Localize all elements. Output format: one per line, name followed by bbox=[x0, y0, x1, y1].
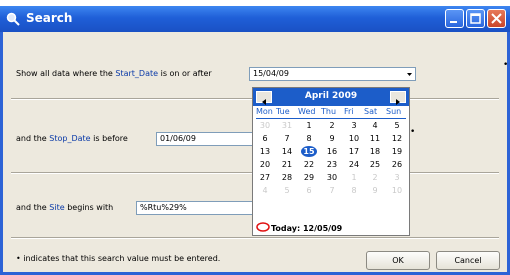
required-note: • indicates that this search value must … bbox=[16, 254, 220, 263]
calendar-day[interactable]: 13 bbox=[256, 146, 274, 157]
calendar-day[interactable]: 19 bbox=[388, 146, 406, 157]
close-button[interactable] bbox=[487, 9, 506, 28]
calendar-day[interactable]: 8 bbox=[300, 133, 318, 144]
stop-date-required-bullet: • bbox=[410, 127, 416, 137]
calendar-day[interactable]: 31 bbox=[278, 120, 296, 131]
calendar-day[interactable]: 17 bbox=[345, 146, 363, 157]
calendar-day[interactable]: 29 bbox=[300, 172, 318, 183]
calendar-day[interactable]: 10 bbox=[388, 185, 406, 196]
weekday-fri: Fri bbox=[344, 107, 354, 116]
today-link[interactable]: Today: 12/05/09 bbox=[271, 224, 342, 233]
calendar-header: April 2009 bbox=[253, 88, 409, 106]
stop-date-prefix: and the bbox=[16, 134, 47, 143]
cancel-button[interactable]: Cancel bbox=[436, 251, 500, 270]
calendar-day[interactable]: 24 bbox=[345, 159, 363, 170]
start-date-required-bullet: • bbox=[503, 60, 509, 70]
calendar-day[interactable]: 10 bbox=[345, 133, 363, 144]
site-condition: begins with bbox=[67, 203, 114, 212]
stop-date-field-name: Stop_Date bbox=[49, 134, 91, 143]
calendar-day[interactable]: 16 bbox=[323, 146, 341, 157]
stop-date-value: 01/06/09 bbox=[160, 134, 196, 143]
calendar-day[interactable]: 5 bbox=[388, 120, 406, 131]
calendar-month-label: April 2009 bbox=[304, 91, 358, 101]
ok-button[interactable]: OK bbox=[366, 251, 430, 270]
calendar-day[interactable]: 3 bbox=[345, 120, 363, 131]
title-bar: Search bbox=[0, 6, 510, 32]
calendar-day[interactable]: 26 bbox=[388, 159, 406, 170]
calendar-day[interactable]: 7 bbox=[278, 133, 296, 144]
calendar-day[interactable]: 8 bbox=[345, 185, 363, 196]
calendar-day[interactable]: 22 bbox=[300, 159, 318, 170]
calendar-day[interactable]: 12 bbox=[388, 133, 406, 144]
calendar-day[interactable]: 7 bbox=[323, 185, 341, 196]
calendar-day[interactable]: 9 bbox=[323, 133, 341, 144]
start-date-condition: is on or after bbox=[160, 69, 212, 78]
maximize-button[interactable] bbox=[466, 9, 485, 28]
stop-date-input[interactable]: 01/06/09 bbox=[156, 132, 258, 146]
calendar-day[interactable]: 6 bbox=[300, 185, 318, 196]
weekday-thu: Thu bbox=[321, 107, 337, 116]
calendar-day[interactable]: 3 bbox=[388, 172, 406, 183]
minimize-button[interactable] bbox=[445, 9, 464, 28]
calendar-day[interactable]: 27 bbox=[256, 172, 274, 183]
weekday-sun: Sun bbox=[386, 107, 402, 116]
weekday-sat: Sat bbox=[364, 107, 378, 116]
calendar-day[interactable]: 11 bbox=[366, 133, 384, 144]
stop-date-label: and the Stop_Date is before bbox=[16, 134, 128, 143]
divider bbox=[11, 237, 499, 239]
calendar-day[interactable]: 5 bbox=[278, 185, 296, 196]
weekday-wed: Wed bbox=[298, 107, 316, 116]
calendar-day[interactable]: 30 bbox=[256, 120, 274, 131]
dropdown-arrow-icon[interactable] bbox=[405, 69, 414, 79]
calendar-day-selected[interactable]: 15 bbox=[300, 146, 318, 157]
search-dialog: Search Show all data where the Start_Dat… bbox=[0, 6, 510, 275]
calendar-day[interactable]: 25 bbox=[366, 159, 384, 170]
weekday-mon: Mon bbox=[256, 107, 273, 116]
calendar-day[interactable]: 2 bbox=[366, 172, 384, 183]
site-field-name: Site bbox=[49, 203, 65, 212]
start-date-dropdown[interactable]: 15/04/09 bbox=[249, 67, 416, 81]
calendar-day[interactable]: 4 bbox=[256, 185, 274, 196]
site-input[interactable]: %Rtu%29% bbox=[136, 201, 258, 215]
search-icon bbox=[6, 12, 20, 26]
calendar-day[interactable]: 18 bbox=[366, 146, 384, 157]
maximize-icon bbox=[470, 13, 481, 24]
calendar-day[interactable]: 23 bbox=[323, 159, 341, 170]
next-month-button[interactable] bbox=[390, 91, 406, 105]
minimize-icon bbox=[450, 21, 457, 23]
calendar-day[interactable]: 28 bbox=[278, 172, 296, 183]
today-circle-icon bbox=[256, 222, 270, 232]
required-note-text: indicates that this search value must be… bbox=[23, 254, 221, 263]
calendar-day[interactable]: 20 bbox=[256, 159, 274, 170]
calendar-day[interactable]: 4 bbox=[366, 120, 384, 131]
note-bullet: • bbox=[16, 254, 21, 263]
calendar-day[interactable]: 30 bbox=[323, 172, 341, 183]
start-date-field-name: Start_Date bbox=[115, 69, 159, 78]
stop-date-condition: is before bbox=[93, 134, 128, 143]
site-label: and the Site begins with bbox=[16, 203, 113, 212]
start-date-value: 15/04/09 bbox=[253, 69, 289, 78]
close-icon bbox=[491, 13, 502, 24]
calendar-day[interactable]: 2 bbox=[323, 120, 341, 131]
site-value: %Rtu%29% bbox=[140, 203, 187, 212]
date-picker-calendar: April 2009 Mon Tue Wed Thu Fri Sat Sun 3… bbox=[252, 87, 410, 236]
calendar-day[interactable]: 9 bbox=[366, 185, 384, 196]
weekday-tue: Tue bbox=[276, 107, 290, 116]
site-prefix: and the bbox=[16, 203, 47, 212]
calendar-day[interactable]: 1 bbox=[345, 172, 363, 183]
calendar-day[interactable]: 14 bbox=[278, 146, 296, 157]
window-title: Search bbox=[26, 11, 73, 25]
calendar-day[interactable]: 1 bbox=[300, 120, 318, 131]
calendar-day[interactable]: 6 bbox=[256, 133, 274, 144]
calendar-day[interactable]: 21 bbox=[278, 159, 296, 170]
weekday-divider bbox=[256, 118, 406, 119]
start-date-prefix: Show all data where the bbox=[16, 69, 113, 78]
start-date-label: Show all data where the Start_Date is on… bbox=[16, 69, 212, 78]
next-month-icon bbox=[396, 99, 400, 105]
